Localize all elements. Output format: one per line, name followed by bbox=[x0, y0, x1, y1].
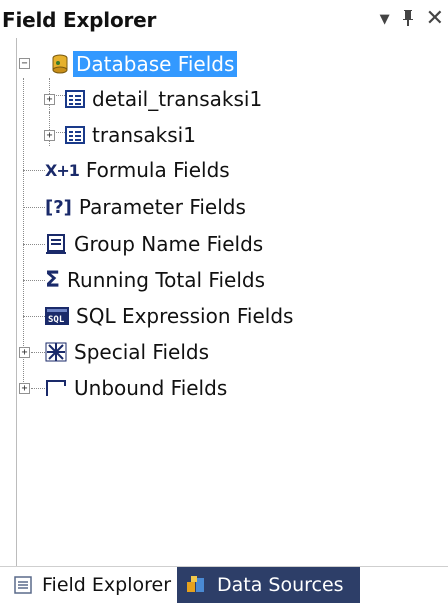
tree-node-special-fields[interactable]: + Special Fields bbox=[17, 335, 212, 369]
tree-label: detail_transaksi1 bbox=[92, 87, 263, 111]
tree-label: Group Name Fields bbox=[74, 232, 264, 256]
tree-node-parameter-fields[interactable]: [?] Parameter Fields bbox=[45, 190, 249, 224]
tree-label: transaksi1 bbox=[92, 123, 196, 147]
close-icon[interactable]: ✕ bbox=[426, 8, 444, 30]
tree-node-running-total-fields[interactable]: Σ Running Total Fields bbox=[45, 263, 268, 297]
tree-node-sql-expression-fields[interactable]: SQL SQL Expression Fields bbox=[45, 299, 296, 333]
table-icon bbox=[65, 126, 85, 144]
special-icon bbox=[45, 342, 67, 362]
tree-node-unbound-fields[interactable]: + Unbound Fields bbox=[17, 371, 230, 405]
field-explorer-icon bbox=[14, 576, 32, 594]
tree-node-group-name-fields[interactable]: Group Name Fields bbox=[45, 227, 266, 261]
expand-icon[interactable]: + bbox=[44, 94, 55, 105]
tab-data-sources[interactable]: Data Sources bbox=[177, 567, 360, 603]
panel-title: Field Explorer bbox=[2, 8, 157, 32]
dropdown-icon[interactable]: ▼ bbox=[380, 13, 390, 26]
bottom-tab-strip: Field Explorer Data Sources bbox=[0, 566, 448, 603]
tree-label: Unbound Fields bbox=[74, 376, 228, 400]
data-sources-icon bbox=[187, 576, 207, 594]
svg-text:SQL: SQL bbox=[48, 315, 65, 325]
tree-label: Formula Fields bbox=[85, 158, 230, 182]
tab-label: Field Explorer bbox=[42, 574, 172, 596]
tree-node-database-fields[interactable]: − Database Fields bbox=[17, 47, 238, 81]
tree-node-detail-transaksi[interactable]: + detail_transaksi1 bbox=[17, 82, 265, 116]
expand-icon[interactable]: + bbox=[19, 383, 30, 394]
field-tree: − Database Fields + detail_transaksi1 + … bbox=[16, 38, 448, 566]
expand-icon[interactable]: + bbox=[44, 130, 55, 141]
group-name-icon bbox=[45, 234, 67, 254]
tree-label: Parameter Fields bbox=[78, 195, 246, 219]
tree-label: Special Fields bbox=[74, 340, 209, 364]
tree-label: Database Fields bbox=[73, 51, 238, 77]
tree-label: Running Total Fields bbox=[67, 268, 265, 292]
database-icon bbox=[51, 54, 69, 74]
formula-icon: X+1 bbox=[45, 160, 80, 180]
table-icon bbox=[65, 90, 85, 108]
expand-icon[interactable]: + bbox=[19, 347, 30, 358]
pin-icon[interactable] bbox=[400, 9, 416, 30]
tab-field-explorer[interactable]: Field Explorer bbox=[0, 567, 178, 603]
tab-label: Data Sources bbox=[217, 574, 344, 596]
tree-node-formula-fields[interactable]: X+1 Formula Fields bbox=[45, 153, 233, 187]
sigma-icon: Σ bbox=[45, 267, 61, 293]
tree-label: SQL Expression Fields bbox=[76, 304, 294, 328]
parameter-icon: [?] bbox=[45, 196, 72, 218]
collapse-icon[interactable]: − bbox=[19, 58, 30, 69]
unbound-icon bbox=[45, 378, 67, 398]
sql-icon: SQL bbox=[45, 307, 69, 325]
panel-titlebar: Field Explorer ▼ ✕ bbox=[0, 0, 448, 38]
tree-node-transaksi[interactable]: + transaksi1 bbox=[17, 118, 199, 152]
